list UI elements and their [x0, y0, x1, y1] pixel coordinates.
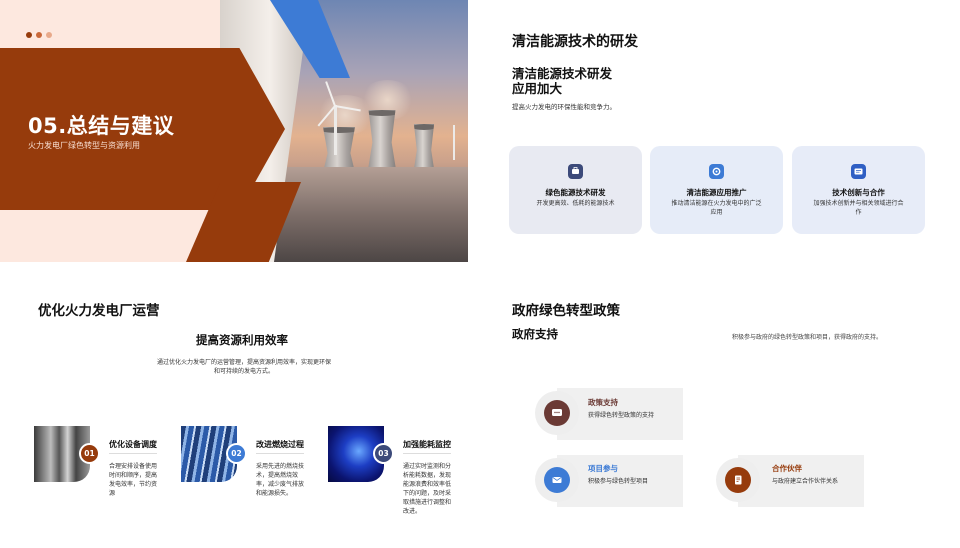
card-title: 清洁能源应用推广 — [686, 188, 747, 197]
card-desc: 开发更高效、低耗的能源技术 — [536, 200, 615, 207]
decor-dots — [26, 32, 52, 38]
feature-desc: 合理安排设备使用时间和顺序，提高发电效率，节约资源 — [109, 463, 158, 497]
feature-desc: 通过实时监测和分析能耗数据，发现能源浪费和效率低下的问题，及时采取措施进行调整和… — [403, 463, 452, 515]
dot — [26, 32, 32, 38]
step-number-badge: 03 — [373, 443, 394, 464]
policy-title: 合作伙伴 — [772, 464, 802, 473]
card-desc: 推动清洁能源在火力发电中的广泛应用 — [671, 200, 762, 216]
wind-turbine — [334, 105, 337, 155]
slide-subtitle: 政府支持 — [512, 327, 558, 341]
dot — [46, 32, 52, 38]
icon-circle — [716, 458, 760, 502]
slide-title-cover: 05.总结与建议 火力发电厂绿色转型与资源利用 — [0, 0, 468, 262]
slide-heading: 清洁能源技术的研发 — [512, 34, 638, 50]
gear-icon — [709, 164, 724, 179]
policy-title: 项目参与 — [588, 464, 618, 473]
mail-icon — [544, 467, 570, 493]
card-innovation: 技术创新与合作 加强技术创新并与相关领域进行合作 — [792, 146, 925, 234]
step-number-badge: 02 — [226, 443, 247, 464]
card-title: 技术创新与合作 — [832, 188, 885, 197]
chat-icon — [851, 164, 866, 179]
policy-title: 政策支持 — [588, 398, 618, 407]
slide-heading: 政府绿色转型政策 — [512, 303, 620, 319]
icon-circle — [535, 458, 579, 502]
policy-desc: 与政府建立合作伙伴关系 — [772, 478, 839, 485]
feature-title: 加强能耗监控 — [403, 440, 451, 449]
feature-desc: 采用先进的燃烧技术，提高燃烧效率，减少废气排放和能源损失。 — [256, 463, 305, 497]
card-clean-promotion: 清洁能源应用推广 推动清洁能源在火力发电中的广泛应用 — [650, 146, 783, 234]
policy-desc: 获得绿色转型政策的支持 — [588, 412, 655, 419]
slide-title: 清洁能源技术研发应用加大 — [512, 66, 613, 96]
cover-title: 05.总结与建议 — [28, 114, 175, 138]
slide-description: 提高火力发电的环保性能和竞争力。 — [512, 103, 616, 111]
card-desc: 加强技术创新并与相关领域进行合作 — [813, 200, 904, 216]
chat-bubble-icon — [544, 400, 570, 426]
wind-turbine — [453, 125, 455, 160]
slide-heading: 优化火力发电厂运营 — [38, 303, 160, 319]
policy-desc: 积极参与绿色转型项目 — [588, 478, 649, 485]
icon-circle — [535, 391, 579, 435]
step-number-badge: 01 — [79, 443, 100, 464]
slide-title: 提高资源利用效率 — [196, 333, 288, 347]
feature-title: 优化设备调度 — [109, 440, 157, 449]
card-title: 绿色能源技术研发 — [545, 188, 606, 197]
briefcase-icon — [568, 164, 583, 179]
divider — [403, 453, 451, 454]
divider — [109, 453, 157, 454]
divider — [256, 453, 304, 454]
slide-description: 积极参与政府的绿色转型政策和项目，获得政府的支持。 — [732, 334, 883, 341]
dot — [36, 32, 42, 38]
feature-title: 改进燃烧过程 — [256, 440, 304, 449]
card-green-rd: 绿色能源技术研发 开发更高效、低耗的能源技术 — [509, 146, 642, 234]
slide-description: 通过优化火力发电厂的运营管理，提高资源利用效率，实现更环保和可持续的发电方式。 — [156, 359, 331, 375]
cover-subtitle: 火力发电厂绿色转型与资源利用 — [28, 141, 140, 150]
document-icon — [725, 467, 751, 493]
